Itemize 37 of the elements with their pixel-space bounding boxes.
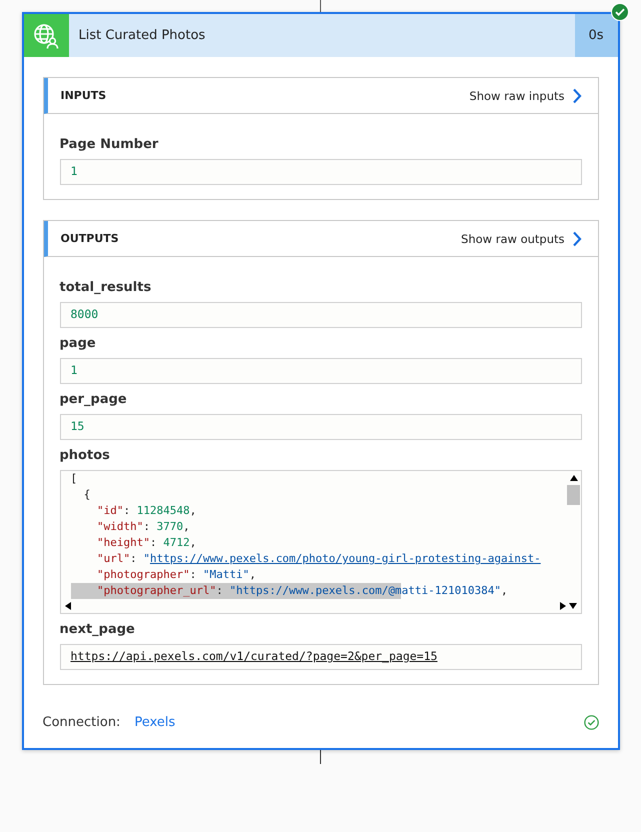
code-line: "id": 11284548, (96, 503, 198, 519)
value-field: 15 (60, 414, 582, 440)
scroll-down-icon[interactable] (568, 603, 576, 609)
field-label: page (60, 336, 97, 351)
code-line: { (82, 487, 92, 503)
section-title: INPUTS (60, 89, 108, 102)
field-label: Page Number (60, 137, 160, 152)
value-field: 1 (60, 358, 582, 384)
globe-user-icon (33, 22, 59, 48)
scroll-right-icon[interactable] (560, 602, 566, 610)
code-line: "height": 4712, (96, 535, 198, 551)
field-label: photos (60, 448, 111, 463)
scroll-left-icon[interactable] (64, 602, 70, 610)
section-title: OUTPUTS (60, 232, 120, 245)
connector-line (320, 750, 321, 764)
scroll-up-icon[interactable] (570, 475, 578, 481)
chevron-right-icon[interactable] (572, 230, 582, 246)
connector-line (320, 0, 321, 12)
code-line: "width": 3770, (96, 519, 191, 535)
field-label: next_page (60, 622, 136, 637)
show-raw-link[interactable]: Show raw outputs (461, 232, 564, 246)
value-field: 1 (60, 159, 582, 185)
field-label: per_page (60, 392, 128, 407)
code-line: "url": "https://www.pexels.com/photo/young-girl-protesting-against- (96, 551, 542, 567)
field-label: total_results (60, 280, 152, 295)
url-link[interactable]: https://api.pexels.com/v1/curated/?page=2&per_page=15 (70, 649, 438, 663)
value-field: 8000 (60, 302, 582, 328)
action-title: List Curated Photos (78, 28, 206, 43)
code-line: [ (70, 471, 78, 487)
chevron-right-icon[interactable] (572, 88, 582, 104)
action-header[interactable]: List Curated Photos 0s (24, 14, 618, 57)
connection-label: Connection: (42, 715, 120, 730)
code-line: "photographer": "Matti", (96, 567, 257, 583)
show-raw-link[interactable]: Show raw inputs (469, 88, 564, 102)
scrollbar-thumb[interactable] (567, 485, 580, 505)
connection-link[interactable]: Pexels (134, 715, 176, 730)
duration-badge: 0s (574, 14, 618, 57)
